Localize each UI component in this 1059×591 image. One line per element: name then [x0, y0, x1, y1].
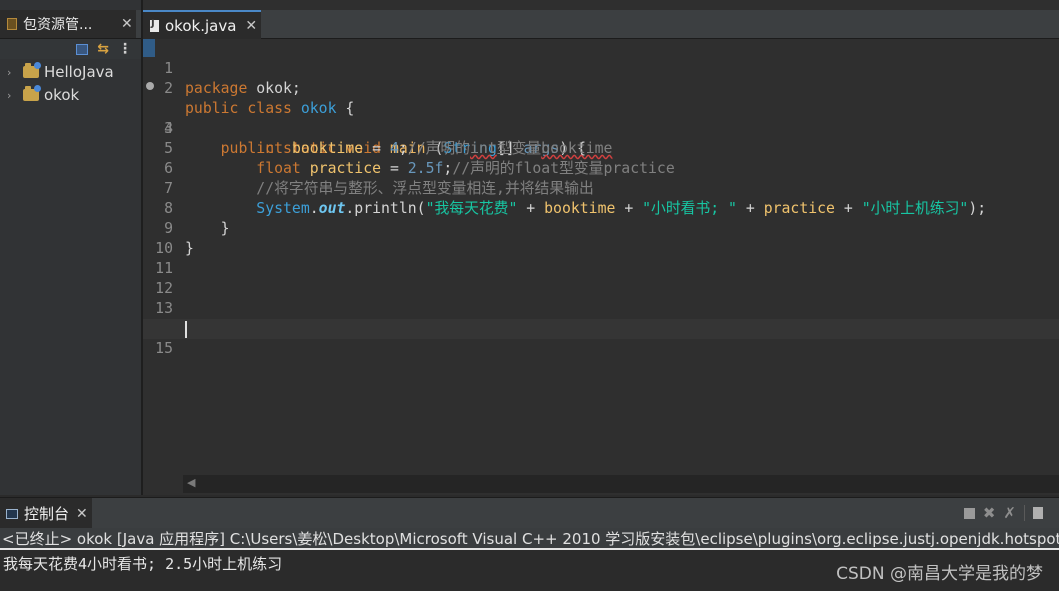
code-line: 3 public static void main (String[] args…	[143, 79, 1059, 157]
scroll-left-icon[interactable]: ◀	[187, 476, 195, 489]
close-icon[interactable]: ✕	[76, 506, 88, 522]
line-number: 15	[155, 340, 173, 357]
toolbar-separator	[1024, 505, 1025, 521]
expand-arrow-icon[interactable]: ›	[7, 89, 17, 102]
code-line: 8 }	[143, 179, 1059, 237]
console-toolbar: ✖ ✗	[963, 504, 1059, 522]
console-view: 控制台 ✕ ✖ ✗ <已终止> okok [Java 应用程序] C:\User…	[0, 497, 1059, 591]
override-marker-icon[interactable]	[146, 82, 154, 90]
terminate-icon[interactable]	[963, 507, 975, 519]
editor-tabbar: okok.java ✕	[143, 10, 1059, 39]
code-line: 5 float practice = 2.5f;//声明的float型变量pra…	[143, 119, 1059, 177]
console-output: 我每天花费4小时看书; 2.5小时上机练习	[3, 555, 283, 573]
remove-all-terminated-icon[interactable]: ✗	[1003, 504, 1016, 522]
package-explorer-tabbar: 包资源管... ✕	[0, 10, 141, 39]
java-project-icon	[23, 62, 41, 78]
close-icon[interactable]: ✕	[245, 18, 257, 34]
tree-item-label: HelloJava	[44, 63, 114, 81]
console-tabbar: 控制台 ✕ ✖ ✗	[0, 497, 1059, 529]
expand-arrow-icon[interactable]: ›	[7, 66, 17, 79]
remove-launch-icon[interactable]: ✖	[983, 504, 996, 522]
code-line: 1 package okok;	[143, 39, 1059, 97]
code-editor: okok.java ✕ 1 package okok; 2 public cla…	[143, 0, 1059, 495]
link-with-editor-icon[interactable]: ⇆	[97, 42, 109, 56]
tab-label: okok.java	[165, 16, 237, 35]
current-code-line: 15	[143, 319, 1059, 357]
code-line: 7 System.out.println("我每天花费" + booktime …	[143, 159, 1059, 217]
scroll-lock-icon[interactable]	[1033, 507, 1043, 519]
tab-okok-java[interactable]: okok.java ✕	[143, 10, 261, 39]
java-file-icon	[150, 18, 159, 32]
tree-item-hellojava[interactable]: › HelloJava	[0, 61, 141, 83]
package-explorer: 包资源管... ✕ ⇆ ⋮ › HelloJava › okok	[0, 0, 143, 495]
code-line: 2 public class okok {	[143, 59, 1059, 117]
tab-label: 包资源管...	[23, 17, 93, 33]
text-cursor	[185, 321, 187, 338]
code-line: 6 //将字符串与整形、浮点型变量相连,并将结果输出	[143, 139, 1059, 197]
code-line: 4 int booktime = 4;//声明的int型变量booktime	[143, 99, 1059, 157]
code-text-area[interactable]: 1 package okok; 2 public class okok { 3 …	[143, 39, 1059, 475]
tab-console[interactable]: 控制台 ✕	[0, 498, 92, 529]
code-line: 14	[143, 299, 1059, 337]
tree-item-label: okok	[44, 86, 80, 104]
java-project-icon	[23, 85, 41, 101]
package-explorer-toolbar: ⇆ ⋮	[0, 39, 141, 59]
collapse-all-icon[interactable]	[76, 43, 89, 55]
console-icon	[6, 508, 18, 519]
watermark: CSDN @南昌大学是我的梦	[836, 564, 1043, 584]
close-icon[interactable]: ✕	[121, 16, 133, 32]
tree-item-okok[interactable]: › okok	[0, 84, 141, 106]
console-process-label: <已终止> okok [Java 应用程序] C:\Users\姜松\Deskt…	[0, 528, 1059, 550]
view-menu-icon[interactable]: ⋮	[118, 42, 132, 56]
code-line: 11	[143, 239, 1059, 277]
package-explorer-icon	[7, 18, 17, 30]
code-line: 9 }	[143, 199, 1059, 257]
tab-package-explorer[interactable]: 包资源管... ✕	[0, 10, 136, 38]
tab-label: 控制台	[24, 505, 70, 523]
code-line: 13	[143, 279, 1059, 317]
code-line: 12	[143, 259, 1059, 297]
code-line: 10	[143, 219, 1059, 257]
horizontal-scrollbar[interactable]: ◀	[183, 475, 1059, 493]
